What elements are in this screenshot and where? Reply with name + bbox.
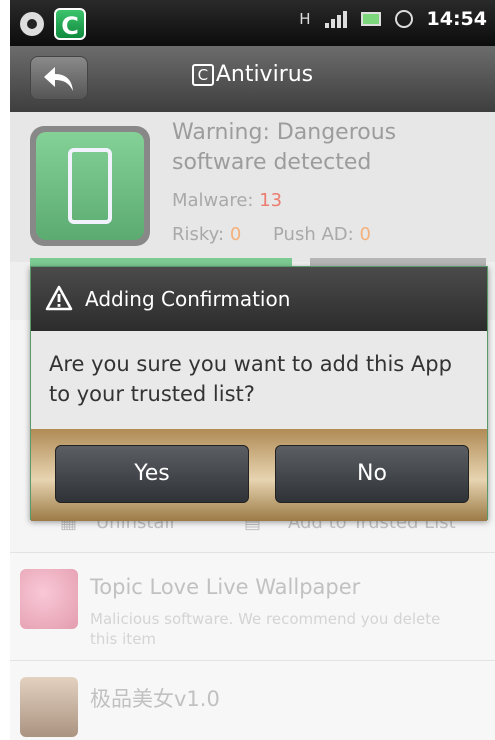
dialog-header: Adding Confirmation — [31, 267, 487, 331]
battery-icon — [360, 12, 381, 26]
antivirus-app-icon: C — [54, 8, 86, 40]
network-type-indicator: H — [299, 10, 311, 28]
screen: C H 14:54 C Antivirus Warning: Dangerous … — [10, 0, 495, 740]
dialog-title: Adding Confirmation — [85, 287, 291, 311]
adding-confirmation-dialog: Adding Confirmation Are you sure you wan… — [30, 266, 488, 521]
yes-button[interactable]: Yes — [55, 445, 249, 503]
dialog-buttons: Yes No — [31, 429, 487, 521]
status-bar: C H 14:54 — [10, 0, 495, 46]
app-title-bar: C Antivirus — [10, 46, 495, 112]
dialog-message: Are you sure you want to add this App to… — [31, 331, 487, 429]
no-button[interactable]: No — [275, 445, 469, 503]
settings-icon — [20, 12, 44, 36]
page-title-text: Antivirus — [215, 62, 314, 87]
status-time: 14:54 — [426, 8, 487, 30]
alarm-clock-icon — [394, 10, 413, 28]
warning-icon — [45, 285, 73, 311]
signal-icon — [324, 10, 347, 28]
page-title: C Antivirus — [10, 62, 495, 87]
app-logo-icon: C — [191, 64, 214, 86]
